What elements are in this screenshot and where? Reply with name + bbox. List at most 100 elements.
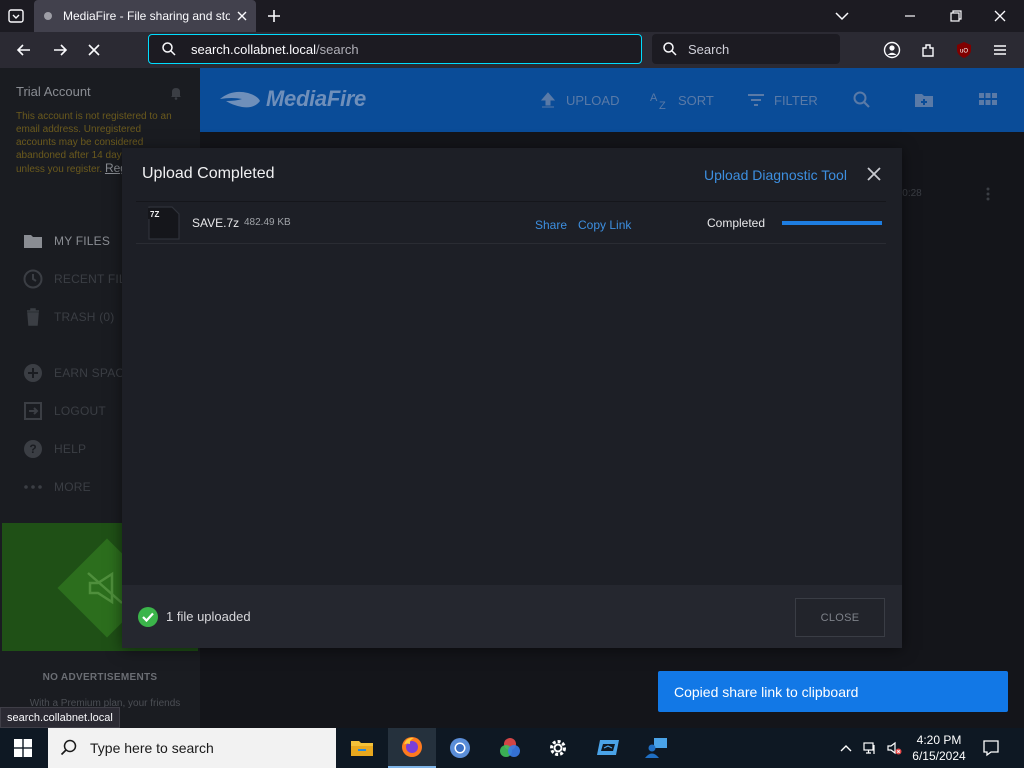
more-icon	[24, 485, 42, 489]
trash-icon	[27, 308, 39, 326]
filter-label: FILTER	[774, 92, 818, 108]
browser-nav-bar: search.collabnet.local/search Search uO	[0, 32, 1024, 68]
taskbar-clock[interactable]: 4:20 PM 6/15/2024	[906, 732, 972, 764]
tab-list-icon[interactable]	[6, 6, 26, 26]
taskbar-network-app[interactable]	[632, 728, 680, 768]
window-app-icon	[597, 740, 619, 755]
logo-text: MediaFire	[266, 86, 366, 111]
new-folder-icon[interactable]	[914, 90, 934, 110]
upload-progress-fill	[782, 221, 882, 225]
svg-text:uO: uO	[960, 49, 968, 55]
sidebar-item-my-files[interactable]: MY FILES	[22, 229, 110, 253]
svg-text:?: ?	[29, 442, 36, 456]
windows-taskbar: Type here to search 4:20 PM 6/15/2024	[0, 728, 1024, 768]
extensions-icon[interactable]	[918, 40, 938, 60]
svg-text:Z: Z	[659, 100, 666, 110]
tab-title: MediaFire - File sharing and storage	[63, 9, 230, 23]
close-window-icon[interactable]	[990, 6, 1010, 26]
files-uploaded-count: 1 file uploaded	[166, 609, 251, 624]
row-options-icon[interactable]	[986, 187, 990, 201]
file-size: 482.49 KB	[244, 217, 291, 228]
menu-icon[interactable]	[990, 40, 1010, 60]
stop-loading-icon[interactable]	[84, 40, 104, 60]
sidebar-item-logout[interactable]: LOGOUT	[22, 399, 106, 423]
search-icon[interactable]	[852, 90, 872, 110]
taskbar-settings[interactable]	[534, 728, 582, 768]
mediafire-flame-icon	[220, 91, 260, 108]
ublock-icon[interactable]: uO	[954, 40, 974, 60]
restore-icon[interactable]	[946, 6, 966, 26]
url-host: search.collabnet.local	[191, 41, 317, 57]
archive-file-icon: 7Z	[148, 206, 180, 240]
dialog-title: Upload Completed	[142, 165, 275, 182]
clock-time: 4:20 PM	[916, 733, 962, 747]
browser-search-field[interactable]: Search	[652, 34, 840, 64]
windows-start-icon[interactable]	[14, 739, 32, 757]
taskbar-file-explorer[interactable]	[338, 728, 386, 768]
taskbar-search[interactable]: Type here to search	[48, 728, 336, 768]
close-button[interactable]: CLOSE	[795, 598, 885, 637]
dialog-divider	[136, 201, 886, 202]
search-icon	[60, 739, 77, 756]
sort-az-icon: AZ	[650, 92, 666, 110]
file-ext-badge: 7Z	[150, 210, 159, 219]
volume-muted-icon[interactable]	[886, 740, 902, 756]
tab-loading-icon	[44, 12, 52, 20]
sidebar-item-help[interactable]: ? HELP	[22, 437, 86, 461]
upload-progress-bar	[782, 221, 882, 225]
upload-button[interactable]: UPLOAD	[538, 90, 619, 110]
account-title: Trial Account	[16, 84, 91, 99]
sidebar-item-more[interactable]: MORE	[22, 475, 91, 499]
upload-label: UPLOAD	[566, 92, 620, 108]
help-icon: ?	[24, 440, 42, 458]
sidebar-item-label: HELP	[54, 442, 87, 456]
url-path: /search	[316, 41, 359, 57]
plus-circle-icon	[24, 364, 42, 382]
page-content: Trial Account This account is not regist…	[0, 68, 1024, 728]
new-tab-icon[interactable]	[264, 6, 284, 26]
minimize-icon[interactable]	[900, 6, 920, 26]
user-network-icon	[645, 738, 667, 758]
mediafire-logo[interactable]: MediaFire	[218, 86, 366, 112]
bell-icon[interactable]	[170, 86, 182, 100]
sidebar-item-label: MORE	[54, 480, 91, 494]
url-bar[interactable]: search.collabnet.local/search	[148, 34, 642, 64]
browser-search-placeholder: Search	[688, 41, 730, 57]
mediafire-header: MediaFire UPLOAD AZ SORT FILTER	[200, 68, 1024, 132]
chevron-up-icon[interactable]	[838, 740, 854, 756]
forward-icon[interactable]	[50, 40, 70, 60]
url-text: search.collabnet.local/search	[191, 42, 359, 57]
sidebar-item-label: MY FILES	[54, 234, 111, 248]
taskbar-chrome[interactable]	[436, 728, 484, 768]
close-icon[interactable]	[866, 166, 882, 182]
taskbar-remote-app[interactable]	[584, 728, 632, 768]
account-icon[interactable]	[882, 40, 902, 60]
filter-icon	[748, 94, 764, 106]
folder-icon	[351, 741, 373, 756]
share-link[interactable]: Share	[535, 218, 567, 232]
folder-icon	[24, 235, 42, 248]
list-all-tabs-icon[interactable]	[832, 6, 852, 26]
sidebar-item-earn-space[interactable]: EARN SPACE	[22, 361, 132, 385]
browser-tab[interactable]: MediaFire - File sharing and storage	[34, 0, 256, 32]
taskbar-color-app[interactable]	[486, 728, 534, 768]
color-wheel-icon	[500, 738, 520, 757]
sidebar-item-label: EARN SPACE	[54, 366, 133, 380]
firefox-icon	[402, 737, 422, 757]
search-icon	[162, 42, 176, 56]
grid-view-icon[interactable]	[978, 90, 998, 110]
logout-icon	[24, 402, 42, 420]
filter-button[interactable]: FILTER	[746, 90, 818, 110]
tab-close-icon[interactable]	[234, 8, 250, 24]
check-circle-icon	[138, 607, 158, 627]
dialog-footer: 1 file uploaded CLOSE	[122, 585, 902, 648]
back-icon[interactable]	[14, 40, 34, 60]
upload-diagnostic-link[interactable]: Upload Diagnostic Tool	[704, 167, 847, 183]
sidebar-item-trash[interactable]: TRASH (0)	[22, 305, 114, 329]
notification-icon[interactable]	[982, 739, 1000, 757]
copy-link[interactable]: Copy Link	[578, 218, 631, 232]
taskbar-firefox[interactable]	[388, 728, 436, 768]
sort-button[interactable]: AZ SORT	[650, 90, 714, 110]
browser-tab-bar: MediaFire - File sharing and storage	[0, 0, 1024, 32]
network-icon[interactable]	[862, 740, 878, 756]
